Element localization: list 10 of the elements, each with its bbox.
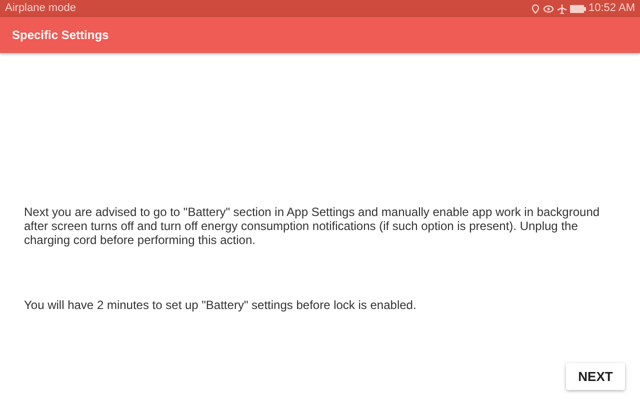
airplane-icon	[556, 4, 567, 14]
instruction-text: Next you are advised to go to "Battery" section in App Settings and manually enable app work in background after screen turns off and turn off energy consumption notifications (if such option is present). Unplug the charging cord before performing this action.	[24, 205, 601, 247]
eye-icon	[542, 4, 554, 13]
battery-icon	[570, 4, 586, 12]
status-text: Airplane mode	[5, 1, 76, 16]
next-button[interactable]: NEXT	[566, 363, 625, 390]
location-icon	[530, 4, 540, 14]
status-time: 10:52 AM	[588, 1, 635, 16]
instruction-text: You will have 2 minutes to set up "Battery" settings before lock is enabled.	[24, 298, 418, 312]
app-bar-title: Specific Settings	[12, 27, 109, 44]
